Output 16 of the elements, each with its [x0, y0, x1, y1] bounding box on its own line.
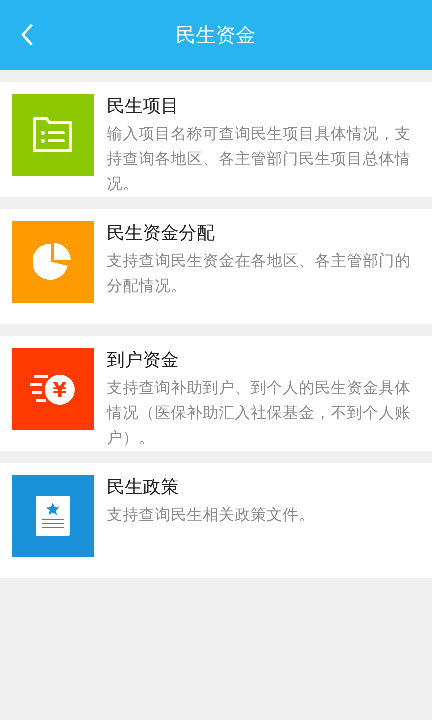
menu-card[interactable]: 民生政策 支持查询民生相关政策文件。	[0, 463, 432, 578]
back-chevron-icon	[20, 23, 34, 47]
menu-card[interactable]: 民生项目 输入项目名称可查询民生项目具体情况，支持查询各地区、各主管部门民生项目总体情况。	[0, 82, 432, 197]
card-description: 支持查询民生相关政策文件。	[107, 505, 316, 526]
card-title: 民生政策	[107, 476, 180, 500]
pie-chart-icon	[33, 242, 73, 282]
card-title: 民生项目	[107, 95, 180, 119]
card-description: 支持查询补助到户、到个人的民生资金具体情况（医保补助汇入社保基金，不到个人账户）。	[107, 378, 412, 449]
card-description: 支持查询民生资金在各地区、各主管部门的分配情况。	[107, 251, 412, 297]
card-title: 民生资金分配	[107, 222, 216, 246]
menu-card[interactable]: 民生资金分配 支持查询民生资金在各地区、各主管部门的分配情况。	[0, 209, 432, 324]
card-title: 到户资金	[107, 349, 180, 373]
folder-list-icon	[32, 116, 74, 154]
menu-card[interactable]: ¥ 到户资金 支持查询补助到户、到个人的民生资金具体情况（医保补助汇入社保基金，不到个人账户）。	[0, 336, 432, 451]
card-description: 输入项目名称可查询民生项目具体情况，支持查询各地区、各主管部门民生项目总体情况。	[107, 124, 412, 195]
page-title: 民生资金	[176, 22, 256, 49]
